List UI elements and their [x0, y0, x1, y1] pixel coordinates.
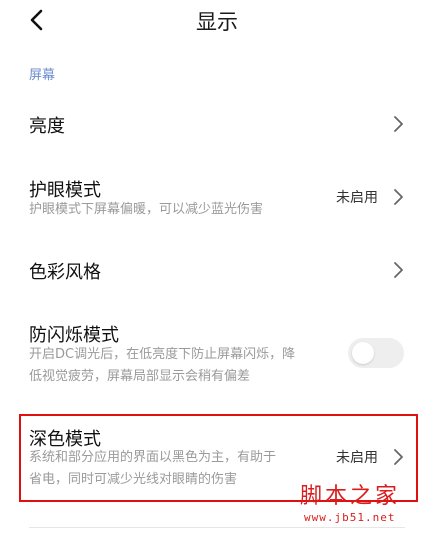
chevron-right-icon	[394, 116, 403, 132]
setting-row-brightness[interactable]: 亮度	[0, 100, 434, 150]
header-bar: 显示	[0, 0, 434, 46]
setting-row-eye-comfort[interactable]: 护眼模式 护眼模式下屏幕偏暖，可以减少蓝光伤害 未启用	[0, 170, 434, 226]
chevron-right-icon	[394, 262, 403, 278]
row-title: 亮度	[29, 116, 65, 137]
anti-flicker-toggle[interactable]	[348, 338, 404, 368]
row-subtitle: 护眼模式下屏幕偏暖，可以减少蓝光伤害	[29, 202, 264, 217]
row-subtitle-line-2: 低视觉疲劳，屏幕局部显示会稍有偏差	[29, 369, 251, 384]
watermark-url: www.jb51.net	[304, 511, 396, 524]
chevron-right-icon	[394, 189, 403, 205]
status-text: 未启用	[336, 190, 378, 206]
watermark-logo: 脚本之家	[300, 484, 401, 509]
page-title: 显示	[196, 10, 238, 34]
row-title: 色彩风格	[29, 262, 101, 283]
divider	[29, 527, 405, 528]
setting-row-color-style[interactable]: 色彩风格	[0, 246, 434, 296]
row-subtitle-line-1: 开启DC调光后，在低亮度下防止屏幕闪烁，降	[29, 347, 296, 362]
section-label-screen: 屏幕	[29, 68, 56, 83]
setting-row-anti-flicker: 防闪烁模式 开启DC调光后，在低亮度下防止屏幕闪烁，降 低视觉疲劳，屏幕局部显示…	[0, 318, 434, 392]
toggle-knob	[352, 342, 374, 364]
